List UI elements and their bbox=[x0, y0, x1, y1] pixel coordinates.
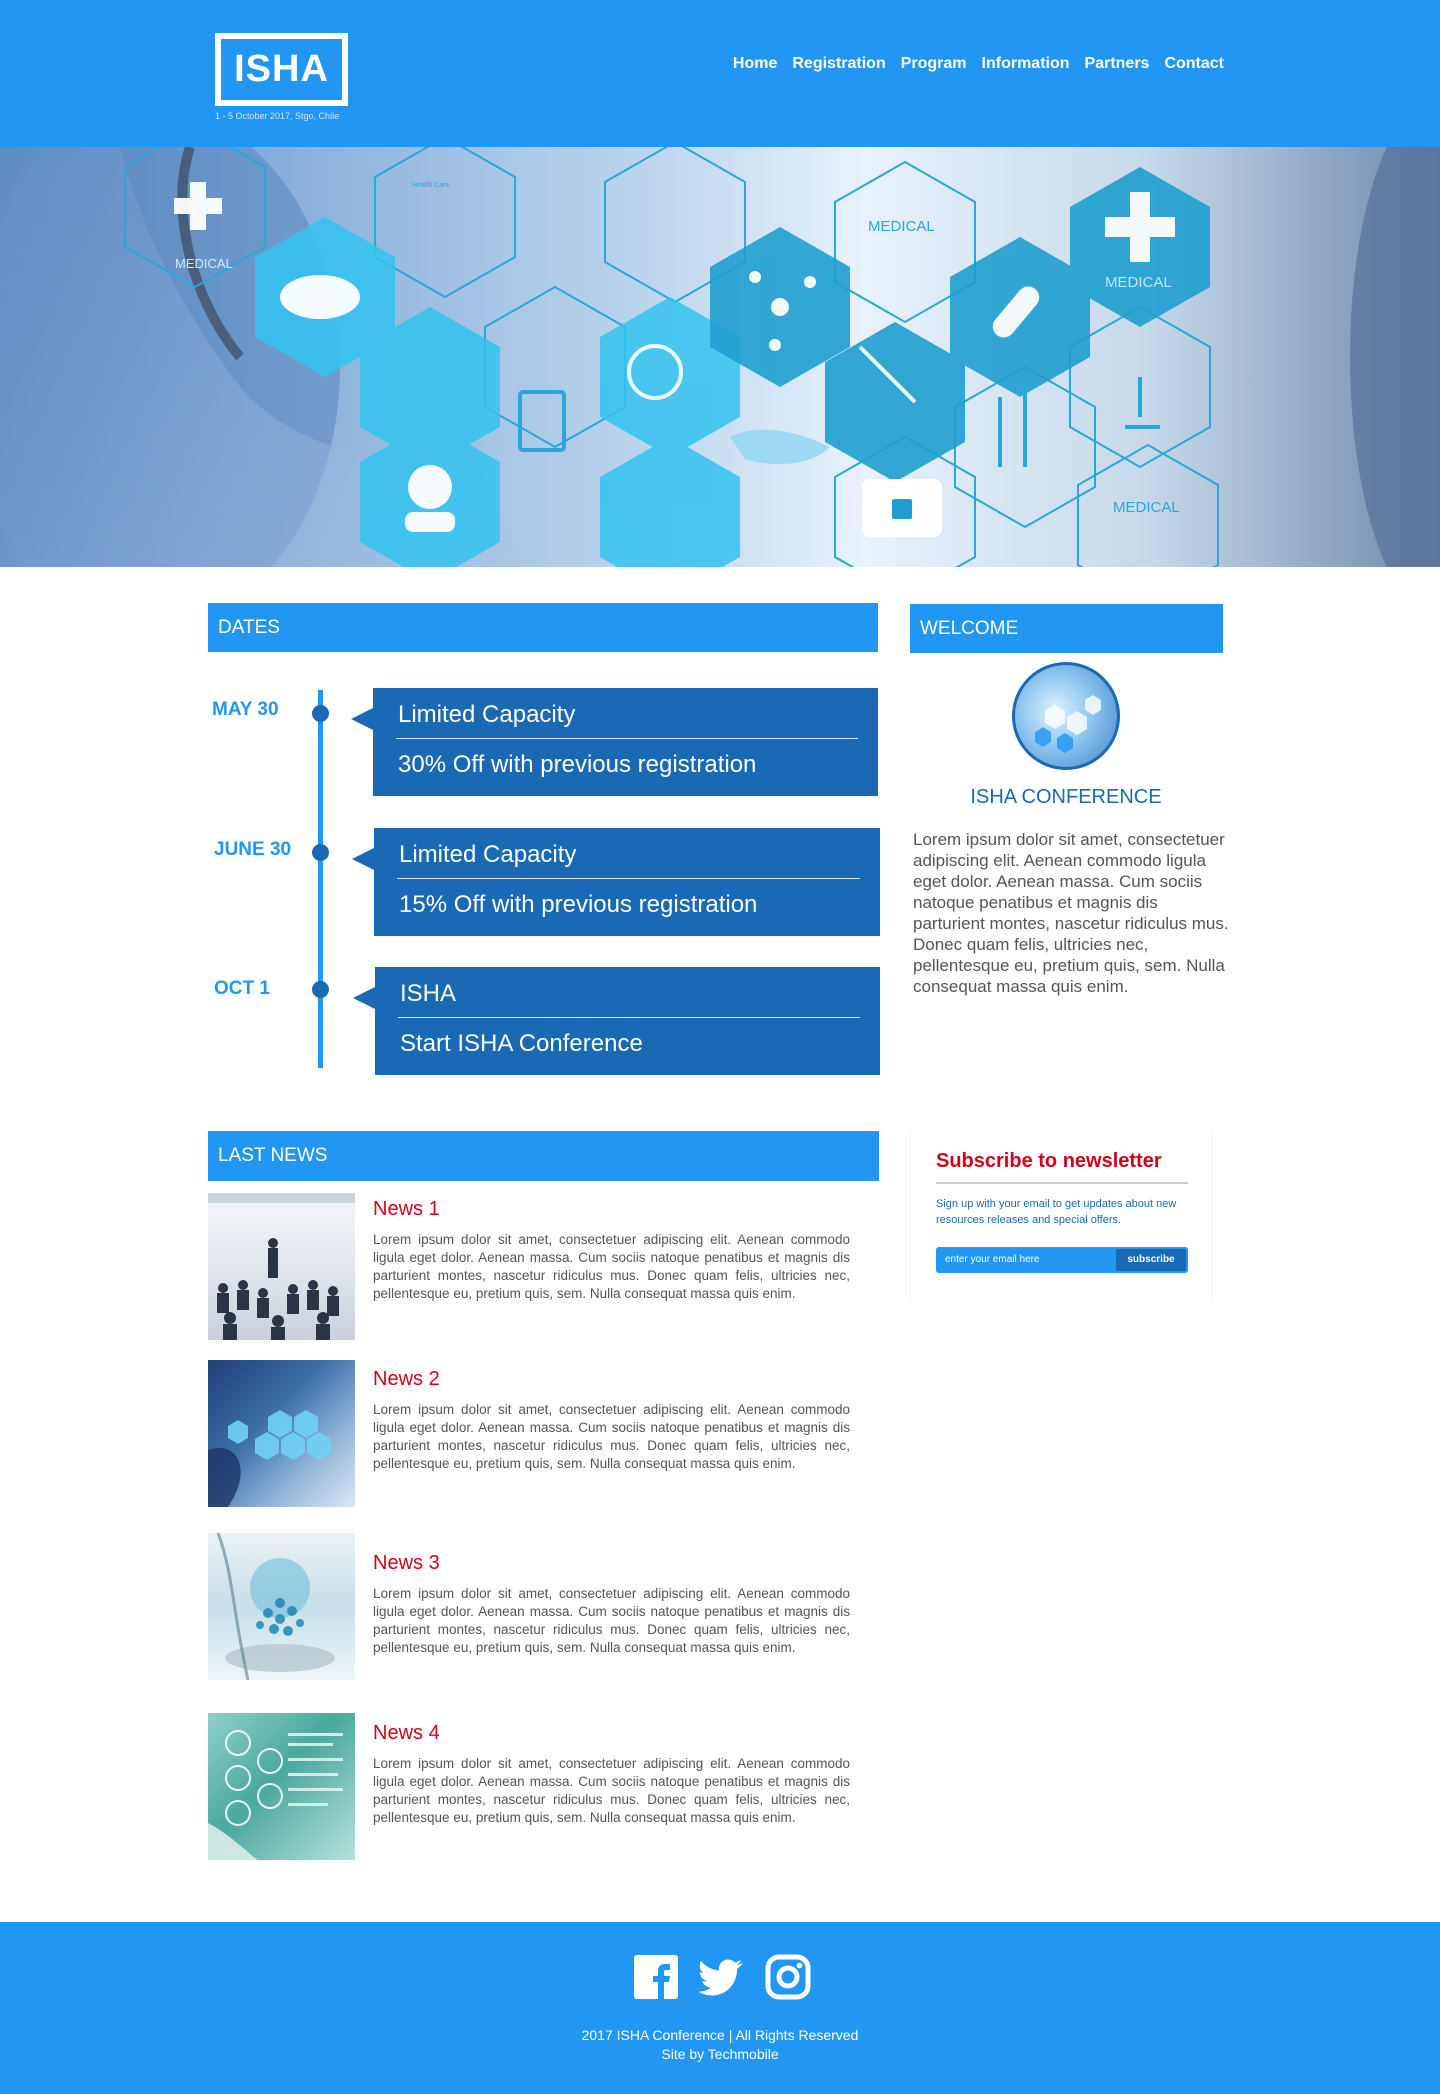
divider bbox=[396, 738, 858, 739]
instagram-icon[interactable] bbox=[765, 1954, 811, 2000]
news-title[interactable]: News 1 bbox=[373, 1198, 440, 1221]
hero-medical-hexagons: MEDICAL MEDICAL MEDICAL MEDICAL Health C… bbox=[0, 147, 1440, 567]
divider bbox=[936, 1182, 1188, 1184]
welcome-title: ISHA CONFERENCE bbox=[970, 786, 1162, 808]
hero-label-medical-1: MEDICAL bbox=[868, 218, 935, 235]
timeline-card-title: ISHA bbox=[400, 980, 457, 1007]
user-icon bbox=[408, 465, 452, 509]
timeline-card: ISHA Start ISHA Conference bbox=[353, 967, 880, 1075]
divider bbox=[398, 1017, 860, 1018]
logo-text: ISHA bbox=[234, 48, 329, 90]
timeline-card-title: Limited Capacity bbox=[398, 701, 576, 728]
clipboard-icon bbox=[518, 390, 566, 452]
social-links bbox=[633, 1954, 811, 2000]
facebook-icon[interactable] bbox=[633, 1954, 679, 2000]
world-map-icon bbox=[730, 429, 830, 464]
conference-avatar-image bbox=[1012, 662, 1120, 770]
hero-banner: MEDICAL MEDICAL MEDICAL MEDICAL Health C… bbox=[0, 147, 1440, 567]
nav-program[interactable]: Program bbox=[901, 55, 967, 73]
microscope-icon bbox=[1125, 377, 1160, 429]
hero-label-medical-3: MEDICAL bbox=[1113, 499, 1180, 516]
news-thumbnail[interactable] bbox=[208, 1360, 355, 1507]
hero-label-medical-4: MEDICAL bbox=[175, 256, 233, 271]
site-footer: 2017 ISHA Conference | All Rights Reserv… bbox=[0, 1922, 1440, 2094]
timeline-dot bbox=[312, 844, 329, 861]
subscribe-button[interactable]: subscribe bbox=[1116, 1249, 1186, 1271]
nav-partners[interactable]: Partners bbox=[1085, 55, 1150, 73]
newsletter-email-input[interactable]: enter your email here subscribe bbox=[936, 1247, 1188, 1273]
news-excerpt: Lorem ipsum dolor sit amet, consectetuer… bbox=[373, 1402, 850, 1471]
news-title[interactable]: News 4 bbox=[373, 1722, 440, 1745]
timeline-card-subtitle: Start ISHA Conference bbox=[400, 1030, 643, 1057]
news-title[interactable]: News 2 bbox=[373, 1368, 440, 1391]
timeline-date: JUNE 30 bbox=[214, 839, 292, 860]
nav-home[interactable]: Home bbox=[733, 55, 777, 73]
newsletter-box: Subscribe to newsletter Sign up with you… bbox=[910, 1130, 1212, 1302]
logo[interactable]: ISHA bbox=[215, 33, 348, 106]
timeline-card-subtitle: 15% Off with previous registration bbox=[399, 891, 758, 918]
hero-label-medical-2: MEDICAL bbox=[1105, 274, 1172, 291]
news-thumbnail[interactable] bbox=[208, 1193, 355, 1340]
site-header: ISHA 1 - 5 October 2017, Stgo, Chile Hom… bbox=[0, 0, 1440, 147]
main-nav: Home Registration Program Information Pa… bbox=[733, 55, 1224, 73]
news-title[interactable]: News 3 bbox=[373, 1552, 440, 1575]
event-dates-subtitle: 1 - 5 October 2017, Stgo, Chile bbox=[215, 111, 340, 121]
news-excerpt: Lorem ipsum dolor sit amet, consectetuer… bbox=[373, 1586, 850, 1655]
welcome-heading-label: WELCOME bbox=[920, 617, 1019, 639]
hero-label-health-care: Health Care bbox=[412, 182, 449, 189]
footer-copyright: 2017 ISHA Conference | All Rights Reserv… bbox=[0, 2026, 1440, 2064]
news-heading-label: LAST NEWS bbox=[218, 1145, 328, 1166]
timeline-line bbox=[318, 690, 323, 1068]
twitter-icon[interactable] bbox=[699, 1954, 745, 2000]
divider bbox=[397, 878, 860, 879]
dates-heading-label: DATES bbox=[218, 616, 280, 638]
timeline-card-subtitle: 30% Off with previous registration bbox=[398, 751, 757, 778]
news-excerpt: Lorem ipsum dolor sit amet, consectetuer… bbox=[373, 1232, 850, 1301]
news-heading: LAST NEWS bbox=[208, 1131, 879, 1181]
news-thumbnail[interactable] bbox=[208, 1713, 355, 1860]
molecule-icon bbox=[771, 298, 789, 316]
nav-contact[interactable]: Contact bbox=[1164, 55, 1224, 73]
news-excerpt: Lorem ipsum dolor sit amet, consectetuer… bbox=[373, 1756, 850, 1825]
test-tubes-icon bbox=[998, 392, 1027, 467]
timeline-card: Limited Capacity 15% Off with previous r… bbox=[352, 828, 880, 936]
timeline-card: Limited Capacity 30% Off with previous r… bbox=[351, 688, 878, 796]
credit-link[interactable]: Site by Techmobile bbox=[0, 2045, 1440, 2064]
email-placeholder: enter your email here bbox=[945, 1254, 1040, 1265]
welcome-text: Lorem ipsum dolor sit amet, consectetuer… bbox=[913, 830, 1229, 996]
copyright-text: 2017 ISHA Conference | All Rights Reserv… bbox=[581, 2027, 859, 2043]
eye-icon bbox=[280, 275, 360, 319]
news-thumbnail[interactable] bbox=[208, 1533, 355, 1680]
newsletter-description: Sign up with your email to get updates a… bbox=[936, 1198, 1177, 1226]
timeline-date: MAY 30 bbox=[212, 699, 279, 720]
timeline-date: OCT 1 bbox=[214, 978, 270, 999]
nav-information[interactable]: Information bbox=[982, 55, 1070, 73]
newsletter-title: Subscribe to newsletter bbox=[936, 1150, 1162, 1172]
timeline-card-title: Limited Capacity bbox=[399, 841, 577, 868]
nav-registration[interactable]: Registration bbox=[792, 55, 885, 73]
timeline-dot bbox=[312, 705, 329, 722]
welcome-heading: WELCOME bbox=[910, 604, 1223, 653]
timeline-dot bbox=[312, 981, 329, 998]
dates-heading: DATES bbox=[208, 603, 878, 652]
